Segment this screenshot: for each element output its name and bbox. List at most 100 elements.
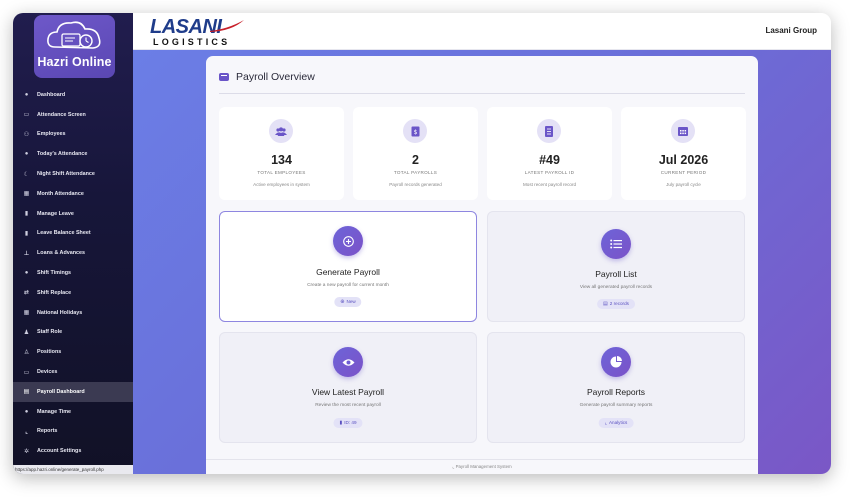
sidebar-nav: ● Dashboard ▭ Attendance Screen ⚇ Employ… [13, 85, 133, 461]
sidebar-item-attendance-screen[interactable]: ▭ Attendance Screen [13, 105, 133, 125]
users-icon [269, 119, 293, 143]
sidebar-item-manage-leave[interactable]: ▮ Manage Leave [13, 204, 133, 224]
logo-text: Hazri Online [37, 55, 112, 69]
stat-desc: July payroll cycle [666, 182, 701, 187]
sidebar-item-reports[interactable]: ⌞ Reports [13, 422, 133, 442]
sidebar-item-leave-balance-sheet[interactable]: ▮ Leave Balance Sheet [13, 224, 133, 244]
moon-icon: ☾ [23, 171, 30, 178]
sidebar-item-national-holidays[interactable]: ▦ National Holidays [13, 303, 133, 323]
logo-cloud-icon [47, 21, 101, 49]
badge-text: 2 records [609, 301, 629, 306]
sidebar-item-todays-attendance[interactable]: ● Today's Attendance [13, 144, 133, 164]
view-latest-payroll-card[interactable]: View Latest Payroll Review the most rece… [219, 332, 477, 443]
plus-circle-icon [333, 226, 363, 256]
stat-label: TOTAL PAYROLLS [393, 170, 438, 175]
stat-desc: Active employees in system [253, 182, 310, 187]
sidebar-item-account-settings[interactable]: ✲ Account Settings [13, 441, 133, 461]
sidebar-item-month-attendance[interactable]: ▦ Month Attendance [13, 184, 133, 204]
stat-current-period: Jul 2026 CURRENT PERIOD July payroll cyc… [621, 107, 746, 200]
sidebar-item-payroll-dashboard[interactable]: ▤ Payroll Dashboard [13, 381, 133, 402]
user-icon: ♙ [23, 349, 30, 356]
user-tag-icon: ♟ [23, 329, 30, 336]
action-title: Generate Payroll [316, 267, 380, 277]
sidebar-item-dashboard[interactable]: ● Dashboard [13, 85, 133, 105]
action-desc: Review the most recent payroll [315, 403, 381, 408]
clock-icon: ● [24, 151, 29, 158]
payroll-list-card[interactable]: Payroll List View all generated payroll … [487, 211, 745, 322]
app-window: Hazri Online ● Dashboard ▭ Attendance Sc… [13, 13, 831, 474]
action-title: Payroll Reports [586, 387, 646, 397]
receipt-icon [537, 119, 561, 143]
calendar-icon [671, 119, 695, 143]
action-title: Payroll List [595, 269, 637, 279]
laptop-icon: ▭ [23, 369, 30, 376]
action-desc: View all generated payroll records [579, 285, 653, 290]
sidebar-item-positions[interactable]: ♙ Positions [13, 342, 133, 362]
sidebar-item-label: Account Settings [37, 448, 82, 455]
stat-value: 2 [412, 153, 419, 167]
brand-logo[interactable]: LASANI LOGISTICS [150, 17, 244, 47]
chart-icon: ⌞ [604, 420, 607, 426]
action-badge: ⊕ New [334, 297, 362, 307]
sidebar-item-loans-advances[interactable]: ⊥ Loans & Advances [13, 243, 133, 263]
footer-text: Payroll Management System [455, 464, 512, 469]
brand-sub-text: LOGISTICS [153, 37, 231, 47]
badge-text: Analytics [608, 420, 628, 425]
stat-label: TOTAL EMPLOYEES [257, 170, 306, 175]
main-content: Payroll Overview 134 TOTAL EMPLOYEES Act… [133, 50, 831, 474]
action-desc: Create a new payroll for current month [307, 283, 389, 288]
sidebar-item-label: Dashboard [37, 91, 66, 98]
database-icon: ▤ [603, 301, 608, 307]
calendar-icon: ▦ [23, 310, 30, 317]
sidebar: Hazri Online ● Dashboard ▭ Attendance Sc… [13, 13, 133, 474]
app-logo[interactable]: Hazri Online [34, 15, 115, 78]
badge-text: ID: 49 [344, 420, 357, 425]
title-divider [219, 93, 745, 94]
sidebar-item-employees[interactable]: ⚇ Employees [13, 125, 133, 145]
list-icon [601, 229, 631, 259]
generate-payroll-card[interactable]: Generate Payroll Create a new payroll fo… [219, 211, 477, 322]
action-desc: Generate payroll summary reports [579, 403, 653, 408]
sidebar-item-label: National Holidays [37, 309, 83, 316]
top-bar: LASANI LOGISTICS Lasani Group [133, 13, 831, 50]
sidebar-item-shift-replace[interactable]: ⇄ Shift Replace [13, 283, 133, 303]
action-badge: ⌞ Analytics [598, 418, 634, 428]
stat-desc: Most recent payroll record [522, 182, 577, 187]
sidebar-item-label: Devices [37, 369, 58, 376]
brand-swoosh-icon [210, 20, 244, 32]
clock-icon: ● [24, 270, 29, 277]
sidebar-item-label: Month Attendance [37, 190, 84, 197]
sidebar-item-label: Shift Replace [37, 289, 72, 296]
gear-icon: ✲ [23, 448, 30, 455]
pie-chart-icon [601, 347, 631, 377]
sidebar-item-night-shift-attendance[interactable]: ☾ Night Shift Attendance [13, 164, 133, 184]
chart-icon: ⌞ [25, 428, 28, 435]
sidebar-item-shift-timings[interactable]: ● Shift Timings [13, 263, 133, 283]
sidebar-item-manage-time[interactable]: ● Manage Time [13, 402, 133, 422]
money-icon: ▤ [23, 389, 30, 396]
sidebar-item-label: Leave Balance Sheet [37, 230, 91, 237]
sidebar-item-label: Payroll Dashboard [37, 388, 85, 395]
stat-value: Jul 2026 [658, 153, 709, 167]
receipt-icon: ▮ [339, 420, 343, 426]
sheet-icon: ▮ [24, 230, 29, 237]
sidebar-item-devices[interactable]: ▭ Devices [13, 362, 133, 382]
page-title-text: Payroll Overview [236, 71, 315, 83]
sidebar-item-label: Staff Role [37, 329, 63, 336]
sidebar-item-staff-role[interactable]: ♟ Staff Role [13, 323, 133, 343]
stat-label: CURRENT PERIOD [660, 170, 707, 175]
payroll-reports-card[interactable]: Payroll Reports Generate payroll summary… [487, 332, 745, 443]
stat-label: LATEST PAYROLL ID [524, 170, 575, 175]
action-badge: ▤ 2 records [597, 299, 635, 309]
users-icon: ⚇ [23, 131, 30, 138]
user-menu[interactable]: Lasani Group [765, 26, 817, 35]
sidebar-item-label: Today's Attendance [37, 151, 88, 158]
stat-desc: Payroll records generated [389, 182, 442, 187]
sidebar-item-label: Reports [37, 428, 58, 435]
sidebar-item-label: Manage Leave [37, 210, 74, 217]
swap-icon: ⇄ [23, 290, 30, 297]
eye-icon [333, 347, 363, 377]
monitor-icon: ▭ [23, 112, 30, 119]
wallet-icon [219, 73, 229, 81]
action-title: View Latest Payroll [311, 387, 385, 397]
